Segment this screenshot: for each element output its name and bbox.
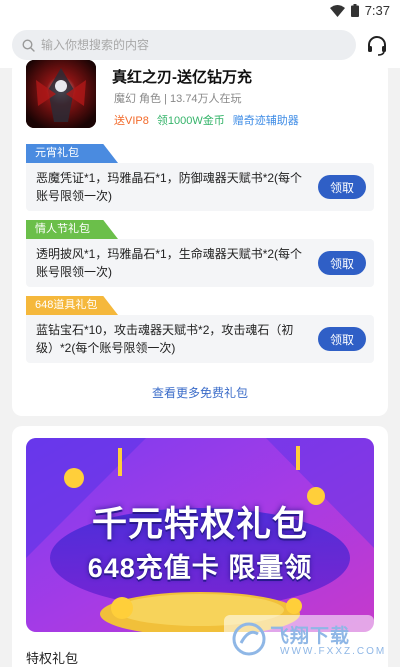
gift-item: 透明披风*1，玛雅晶石*1，生命魂器天赋书*2(每个账号限领一次) 领取 (26, 239, 374, 287)
gift-content: 透明披风*1，玛雅晶石*1，生命魂器天赋书*2(每个账号限领一次) (36, 247, 303, 279)
search-bar[interactable] (12, 30, 356, 60)
game-tag: 领1000W金币 (156, 115, 225, 127)
game-art-icon (26, 60, 96, 128)
wifi-icon (329, 4, 345, 17)
section-title: 特权礼包 (26, 651, 79, 666)
gift-label: 元宵礼包 (26, 144, 118, 163)
gift-content: 蓝钻宝石*10，攻击魂器天赋书*2，攻击魂石（初级）*2(每个账号限领一次) (36, 323, 294, 355)
privilege-card: 千元特权礼包 648充值卡 限量领 特权礼包 飞翔下载 WWW.FXXZ.COM (12, 426, 388, 667)
watermark-text: 飞翔下载 (270, 626, 351, 647)
status-icons: 7:37 (329, 3, 390, 18)
gift-card: 真红之刃-送亿钻万充 魔幻 角色 | 13.74万人在玩 送VIP8 领1000… (12, 60, 388, 416)
gift-content: 恶魔凭证*1，玛雅晶石*1，防御魂器天赋书*2(每个账号限领一次) (36, 171, 303, 203)
claim-button[interactable]: 领取 (318, 327, 366, 351)
banner-title: 千元特权礼包 (91, 505, 308, 544)
battery-icon (350, 4, 359, 17)
watermark-url: WWW.FXXZ.COM (280, 646, 387, 657)
banner-subtitle: 648充值卡 限量领 (87, 553, 313, 583)
more-gifts-link[interactable]: 查看更多免费礼包 (12, 384, 388, 401)
status-bar: 7:37 (0, 0, 400, 24)
search-input[interactable] (41, 38, 341, 52)
claim-button[interactable]: 领取 (318, 251, 366, 275)
game-icon[interactable] (26, 60, 96, 128)
game-meta: 魔幻 角色 | 13.74万人在玩 (114, 93, 242, 105)
gift-item: 蓝钻宝石*10，攻击魂器天赋书*2，攻击魂石（初级）*2(每个账号限领一次) 领… (26, 315, 374, 363)
customer-service-icon[interactable] (366, 35, 388, 57)
gift-label: 情人节礼包 (26, 220, 118, 239)
game-title[interactable]: 真红之刃-送亿钻万充 (112, 66, 252, 87)
watermark: 飞翔下载 WWW.FXXZ.COM (224, 615, 384, 663)
gift-label: 648道具礼包 (26, 296, 118, 315)
status-time: 7:37 (364, 3, 390, 18)
search-icon (22, 38, 35, 52)
game-tag: 赠奇迹辅助器 (232, 115, 299, 127)
claim-button[interactable]: 领取 (318, 175, 366, 199)
gift-item: 恶魔凭证*1，玛雅晶石*1，防御魂器天赋书*2(每个账号限领一次) 领取 (26, 163, 374, 211)
privilege-banner[interactable]: 千元特权礼包 648充值卡 限量领 (26, 438, 374, 632)
watermark-logo-icon (232, 622, 266, 656)
game-tags: 送VIP8 领1000W金币 赠奇迹辅助器 (114, 112, 299, 128)
game-tag: 送VIP8 (114, 115, 149, 127)
